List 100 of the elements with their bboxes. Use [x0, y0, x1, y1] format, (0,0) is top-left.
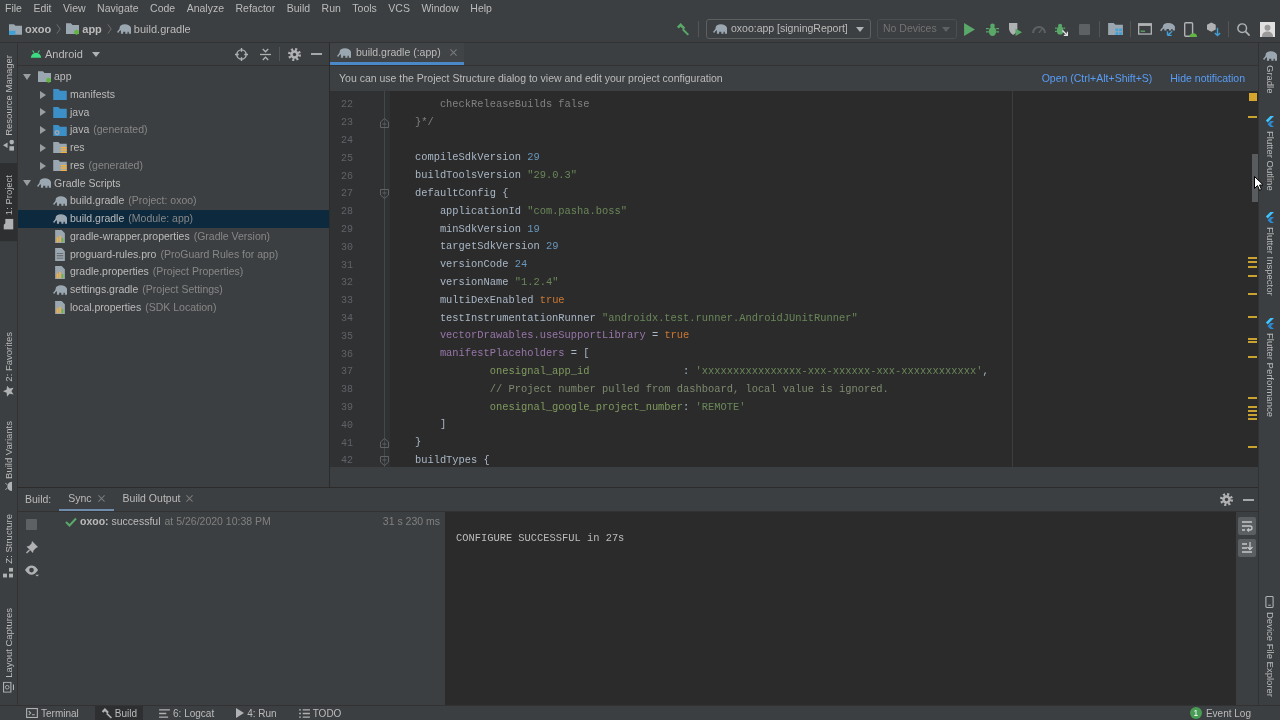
- avatar-icon[interactable]: [1259, 21, 1275, 37]
- panel-tab[interactable]: Sync: [59, 488, 114, 511]
- notification-link[interactable]: Open (Ctrl+Alt+Shift+S): [1041, 70, 1153, 87]
- scroll-to-end-icon[interactable]: [1238, 539, 1256, 557]
- fold-marker-icon[interactable]: [380, 117, 389, 128]
- bug-icon[interactable]: [986, 22, 999, 36]
- code-line: minSdkVersion 19: [438, 221, 540, 237]
- menu-item[interactable]: Refactor: [235, 1, 276, 15]
- tool-window-button[interactable]: Z: Structure: [0, 502, 17, 590]
- tool-window-button[interactable]: Device File Explorer: [1259, 588, 1280, 705]
- star-icon: [3, 386, 14, 398]
- run-configuration-dropdown[interactable]: oxoo:app [signingReport]: [706, 19, 871, 39]
- tool-window-button[interactable]: Build: [94, 706, 144, 720]
- pin-icon[interactable]: [25, 541, 38, 554]
- tree-item[interactable]: gradle-wrapper.properties (Gradle Version): [18, 227, 329, 246]
- tool-window-button[interactable]: Layout Captures: [0, 596, 17, 705]
- tool-window-button[interactable]: 2: Favorites: [0, 320, 17, 410]
- event-log-button[interactable]: 1 Event Log: [1189, 705, 1251, 720]
- close-icon[interactable]: [449, 49, 457, 56]
- fold-marker-icon[interactable]: [380, 188, 389, 199]
- panel-tab[interactable]: Build Output: [113, 488, 203, 511]
- tool-window-button[interactable]: 1: Project: [0, 162, 17, 241]
- tool-window-button[interactable]: Flutter Inspector: [1259, 204, 1280, 304]
- collapse-icon[interactable]: [259, 47, 271, 61]
- tree-item[interactable]: settings.gradle (Project Settings): [18, 281, 329, 299]
- caret-right-icon[interactable]: [39, 126, 46, 135]
- fold-marker-icon[interactable]: [380, 455, 389, 466]
- tool-window-button[interactable]: Resource Manager: [0, 43, 17, 163]
- search-icon[interactable]: [1237, 22, 1250, 36]
- sync-result[interactable]: oxoo: successful: [80, 514, 161, 530]
- tool-window-button[interactable]: Terminal: [20, 706, 85, 720]
- hammer-icon[interactable]: [676, 22, 689, 36]
- code-line: versionCode 24: [438, 257, 528, 273]
- notification-link[interactable]: Hide notification: [1170, 70, 1245, 87]
- elephant-icon: [53, 284, 67, 295]
- caret-icon: [856, 26, 864, 32]
- tool-window-button[interactable]: TODO: [292, 706, 348, 720]
- menu-item[interactable]: Analyze: [186, 1, 224, 15]
- tree-item[interactable]: res (generated): [18, 156, 329, 175]
- phone-android-icon[interactable]: [1184, 21, 1197, 37]
- settings-icon[interactable]: [287, 47, 301, 61]
- tool-window-button[interactable]: Flutter Outline: [1259, 107, 1280, 199]
- minimize-icon[interactable]: [1243, 498, 1254, 501]
- window-icon[interactable]: [1137, 23, 1152, 35]
- settings-icon[interactable]: [1220, 493, 1233, 506]
- tree-item[interactable]: res: [18, 139, 329, 157]
- editor-tab[interactable]: build.gradle (:app): [330, 43, 464, 65]
- tree-item[interactable]: local.properties (SDK Location): [18, 298, 329, 317]
- tree-item[interactable]: java: [18, 103, 329, 122]
- soft-wrap-icon[interactable]: [1238, 517, 1256, 535]
- breadcrumb[interactable]: build.gradle: [116, 20, 191, 38]
- menu-item[interactable]: Edit: [33, 1, 52, 15]
- menu-item[interactable]: File: [5, 1, 22, 15]
- crosshair-icon[interactable]: [234, 47, 248, 61]
- tree-item[interactable]: java (generated): [18, 121, 329, 139]
- close-icon[interactable]: [97, 495, 105, 502]
- code-line: targetSdkVersion 29: [438, 239, 559, 255]
- tree-item[interactable]: build.gradle (Project: oxoo): [18, 192, 329, 210]
- menu-item[interactable]: Build: [286, 1, 311, 15]
- breadcrumb[interactable]: app: [66, 20, 102, 38]
- menu-item[interactable]: Code: [150, 1, 176, 15]
- tree-item[interactable]: proguard-rules.pro (ProGuard Rules for app): [18, 245, 329, 264]
- shield-play-icon[interactable]: [1009, 22, 1022, 36]
- fold-marker-icon[interactable]: [380, 438, 389, 449]
- elephant-arrow-icon[interactable]: [1160, 22, 1175, 36]
- folder-icon: [53, 160, 67, 172]
- play-icon[interactable]: [964, 22, 975, 36]
- folder-grid-icon[interactable]: [1108, 23, 1123, 35]
- tool-window-button[interactable]: 6: Logcat: [153, 706, 221, 720]
- elephant-icon: [1262, 51, 1277, 61]
- menu-item[interactable]: View: [63, 1, 86, 15]
- tree-item[interactable]: app: [18, 68, 329, 86]
- tree-item[interactable]: Gradle Scripts: [18, 174, 329, 193]
- eye-icon[interactable]: [24, 565, 39, 577]
- view-selector[interactable]: Android: [30, 45, 100, 63]
- tree-item[interactable]: gradle.properties (Project Properties): [18, 263, 329, 281]
- caret-right-icon[interactable]: [39, 143, 46, 152]
- bug-arrow-icon[interactable]: [1055, 22, 1068, 36]
- menu-item[interactable]: Tools: [352, 1, 377, 15]
- caret-right-icon[interactable]: [39, 90, 46, 99]
- tree-item[interactable]: manifests: [18, 85, 329, 104]
- menu-item[interactable]: Window: [421, 1, 459, 15]
- tool-window-button[interactable]: Gradle: [1259, 43, 1280, 102]
- tree-item[interactable]: build.gradle (Module: app): [18, 210, 329, 228]
- caret-right-icon[interactable]: [39, 161, 46, 170]
- tool-window-button[interactable]: 4: Run: [230, 706, 283, 720]
- caret-right-icon[interactable]: [39, 108, 46, 117]
- code-line: manifestPlaceholders = [: [438, 346, 590, 362]
- menu-item[interactable]: Help: [470, 1, 492, 15]
- caret-down-icon[interactable]: [22, 180, 31, 187]
- menu-item[interactable]: VCS: [388, 1, 410, 15]
- caret-down-icon[interactable]: [22, 73, 31, 80]
- tool-window-button[interactable]: Flutter Performance: [1259, 309, 1280, 425]
- menu-item[interactable]: Run: [321, 1, 341, 15]
- tool-window-button[interactable]: Build Variants: [0, 409, 17, 502]
- close-icon[interactable]: [186, 495, 194, 502]
- breadcrumb[interactable]: oxoo: [9, 20, 52, 38]
- cube-arrow-icon[interactable]: [1206, 21, 1221, 37]
- menu-item[interactable]: Navigate: [97, 1, 139, 15]
- minimize-icon[interactable]: [310, 53, 322, 55]
